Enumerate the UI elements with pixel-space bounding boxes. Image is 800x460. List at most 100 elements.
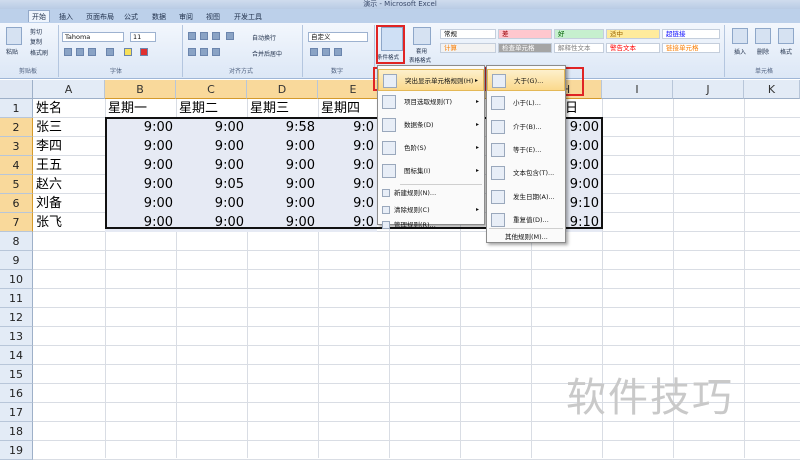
format-painter-button[interactable]: 格式刷 bbox=[30, 48, 48, 57]
tab-page-layout[interactable]: 页面布局 bbox=[83, 11, 117, 23]
select-all-corner[interactable] bbox=[0, 80, 33, 99]
cell-style-0[interactable]: 常规 bbox=[440, 29, 496, 39]
orientation-icon[interactable] bbox=[226, 32, 234, 40]
column-header-j[interactable]: J bbox=[673, 80, 744, 99]
cell-style-8[interactable]: 警告文本 bbox=[606, 43, 660, 53]
row-header-9[interactable]: 9 bbox=[0, 251, 33, 270]
table-format-icon[interactable] bbox=[413, 27, 431, 45]
italic-icon[interactable] bbox=[76, 48, 84, 56]
align-middle-icon[interactable] bbox=[200, 32, 208, 40]
cell-style-5[interactable]: 计算 bbox=[440, 43, 496, 53]
format-cells-icon[interactable] bbox=[778, 28, 794, 44]
cell-a4[interactable]: 王五 bbox=[33, 156, 105, 175]
menu-item-7[interactable]: 管理规则(R)... bbox=[378, 218, 484, 232]
column-header-i[interactable]: I bbox=[602, 80, 673, 99]
column-header-k[interactable]: K bbox=[744, 80, 800, 99]
row-header-11[interactable]: 11 bbox=[0, 289, 33, 308]
row-header-3[interactable]: 3 bbox=[0, 137, 33, 156]
row-header-17[interactable]: 17 bbox=[0, 403, 33, 422]
cell-h1[interactable]: 日 bbox=[562, 99, 602, 118]
tab-data[interactable]: 数据 bbox=[149, 11, 169, 23]
insert-cells-icon[interactable] bbox=[732, 28, 748, 44]
submenu-item-7[interactable]: 其他规则(M)... bbox=[487, 230, 565, 244]
menu-item-4[interactable]: 图标集(I) ▸ bbox=[378, 160, 484, 182]
cell-a5[interactable]: 赵六 bbox=[33, 175, 105, 194]
insert-cells-button[interactable]: 插入 bbox=[734, 47, 746, 56]
submenu-item-0[interactable]: 大于(G)... bbox=[487, 69, 565, 91]
delete-cells-button[interactable]: 删除 bbox=[757, 47, 769, 56]
column-header-d[interactable]: D bbox=[247, 80, 318, 99]
row-header-10[interactable]: 10 bbox=[0, 270, 33, 289]
row-header-12[interactable]: 12 bbox=[0, 308, 33, 327]
cell-style-4[interactable]: 超链接 bbox=[662, 29, 720, 39]
submenu-item-1[interactable]: 小于(L)... bbox=[487, 92, 565, 114]
row-header-6[interactable]: 6 bbox=[0, 194, 33, 213]
row-header-13[interactable]: 13 bbox=[0, 327, 33, 346]
column-header-a[interactable]: A bbox=[33, 80, 105, 99]
cell-a3[interactable]: 李四 bbox=[33, 137, 105, 156]
cell-c1[interactable]: 星期二 bbox=[176, 99, 247, 118]
tab-developer[interactable]: 开发工具 bbox=[231, 11, 265, 23]
column-header-b[interactable]: B bbox=[105, 80, 176, 99]
align-center-icon[interactable] bbox=[200, 48, 208, 56]
align-top-icon[interactable] bbox=[188, 32, 196, 40]
row-header-7[interactable]: 7 bbox=[0, 213, 33, 232]
cell-d1[interactable]: 星期三 bbox=[247, 99, 318, 118]
menu-item-5[interactable]: 新建规则(N)... bbox=[378, 186, 484, 200]
paste-button[interactable]: 粘贴 bbox=[6, 47, 18, 56]
row-header-1[interactable]: 1 bbox=[0, 99, 33, 118]
tab-insert[interactable]: 插入 bbox=[56, 11, 76, 23]
cell-style-7[interactable]: 解释性文本 bbox=[554, 43, 604, 53]
delete-cells-icon[interactable] bbox=[755, 28, 771, 44]
row-header-8[interactable]: 8 bbox=[0, 232, 33, 251]
percent-icon[interactable] bbox=[322, 48, 330, 56]
font-name-select[interactable]: Tahoma bbox=[62, 32, 124, 42]
currency-icon[interactable] bbox=[310, 48, 318, 56]
align-left-icon[interactable] bbox=[188, 48, 196, 56]
border-icon[interactable] bbox=[106, 48, 114, 56]
comma-icon[interactable] bbox=[334, 48, 342, 56]
column-header-c[interactable]: C bbox=[176, 80, 247, 99]
wrap-text-button[interactable]: 自动换行 bbox=[252, 33, 276, 42]
submenu-item-3[interactable]: 等于(E)... bbox=[487, 139, 565, 161]
bold-icon[interactable] bbox=[64, 48, 72, 56]
menu-item-1[interactable]: 项目选取规则(T) ▸ bbox=[378, 91, 484, 113]
cell-style-9[interactable]: 链接单元格 bbox=[662, 43, 720, 53]
copy-button[interactable]: 复制 bbox=[30, 37, 42, 46]
tab-view[interactable]: 视图 bbox=[203, 11, 223, 23]
font-color-icon[interactable] bbox=[140, 48, 148, 56]
tab-review[interactable]: 审阅 bbox=[176, 11, 196, 23]
submenu-item-2[interactable]: 介于(B)... bbox=[487, 116, 565, 138]
cell-style-1[interactable]: 差 bbox=[498, 29, 552, 39]
cell-b1[interactable]: 星期一 bbox=[105, 99, 176, 118]
cell-style-6[interactable]: 检查单元格 bbox=[498, 43, 552, 53]
cell-style-2[interactable]: 好 bbox=[554, 29, 604, 39]
menu-item-0[interactable]: 突出显示单元格规则(H) ▸ bbox=[378, 69, 484, 91]
align-bottom-icon[interactable] bbox=[212, 32, 220, 40]
cut-button[interactable]: 剪切 bbox=[30, 27, 42, 36]
row-header-2[interactable]: 2 bbox=[0, 118, 33, 137]
row-header-19[interactable]: 19 bbox=[0, 441, 33, 460]
underline-icon[interactable] bbox=[88, 48, 96, 56]
font-size-select[interactable]: 11 bbox=[130, 32, 156, 42]
cell-a1[interactable]: 姓名 bbox=[33, 99, 105, 118]
cell-a6[interactable]: 刘备 bbox=[33, 194, 105, 213]
menu-item-3[interactable]: 色阶(S) ▸ bbox=[378, 137, 484, 159]
row-header-15[interactable]: 15 bbox=[0, 365, 33, 384]
cell-a7[interactable]: 张飞 bbox=[33, 213, 105, 232]
cell-a2[interactable]: 张三 bbox=[33, 118, 105, 137]
submenu-item-4[interactable]: 文本包含(T)... bbox=[487, 162, 565, 184]
menu-item-6[interactable]: 清除规则(C) ▸ bbox=[378, 203, 484, 217]
submenu-item-5[interactable]: 发生日期(A)... bbox=[487, 186, 565, 208]
align-right-icon[interactable] bbox=[212, 48, 220, 56]
table-format-button[interactable]: 套用 bbox=[416, 47, 427, 55]
row-header-16[interactable]: 16 bbox=[0, 384, 33, 403]
menu-item-2[interactable]: 数据条(D) ▸ bbox=[378, 114, 484, 136]
merge-center-button[interactable]: 合并后居中 bbox=[252, 49, 282, 58]
paste-icon[interactable] bbox=[6, 27, 22, 45]
tab-formulas[interactable]: 公式 bbox=[121, 11, 141, 23]
row-header-4[interactable]: 4 bbox=[0, 156, 33, 175]
fill-color-icon[interactable] bbox=[124, 48, 132, 56]
number-format-select[interactable]: 自定义 bbox=[308, 32, 368, 42]
row-header-18[interactable]: 18 bbox=[0, 422, 33, 441]
